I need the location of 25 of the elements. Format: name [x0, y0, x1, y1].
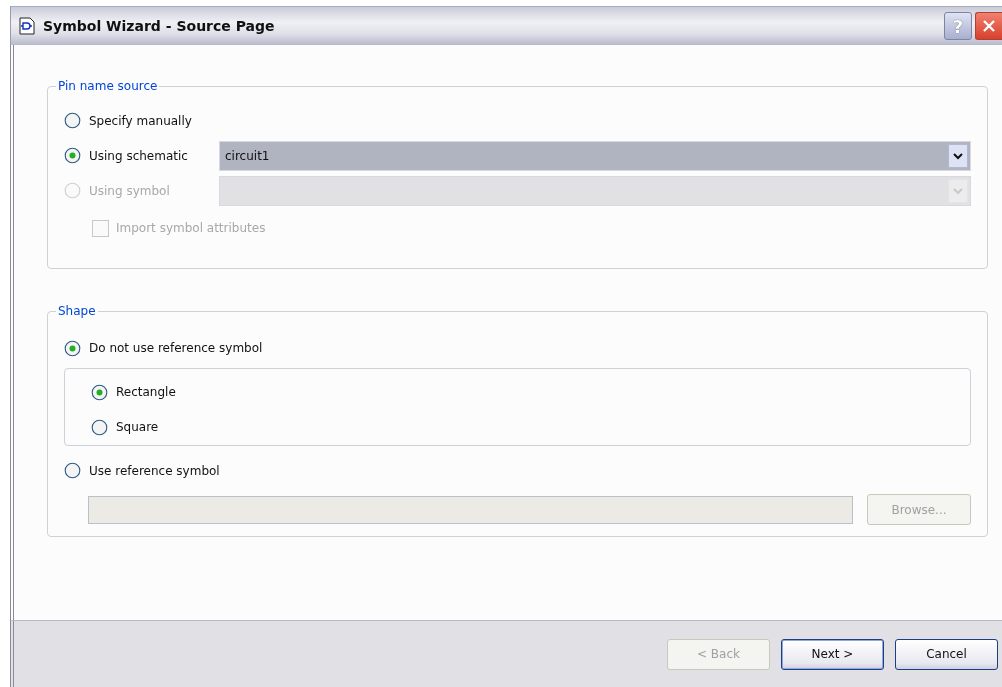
- radio-button[interactable]: [91, 383, 108, 401]
- close-button[interactable]: [975, 12, 1002, 40]
- radio-label: Square: [116, 420, 159, 434]
- chevron-down-icon: [948, 143, 968, 168]
- dropdown[interactable]: circuit1: [219, 140, 971, 171]
- chevron-down-icon: [948, 178, 968, 203]
- radio-button[interactable]: [91, 418, 108, 436]
- radio-label: Specify manually: [89, 113, 192, 128]
- radio-button[interactable]: [64, 462, 81, 479]
- radio-label: Using schematic: [89, 148, 188, 163]
- next-button[interactable]: Next >: [781, 638, 884, 670]
- radio-label: Use reference symbol: [89, 463, 220, 478]
- radio-label: Do not use reference symbol: [89, 341, 263, 355]
- cancel-button[interactable]: Cancel: [895, 638, 998, 670]
- radio-label: Rectangle: [116, 385, 176, 399]
- group-legend: Pin name source: [56, 79, 160, 93]
- window-title: Symbol Wizard - Source Page: [43, 18, 275, 34]
- radio-label: Using symbol: [89, 183, 170, 198]
- radio-button[interactable]: [64, 339, 81, 357]
- group-legend: Shape: [56, 304, 98, 318]
- radio-button[interactable]: [64, 147, 81, 164]
- close-icon: [981, 18, 997, 34]
- checkbox-label: Import symbol attributes: [116, 221, 266, 235]
- document-icon: [19, 17, 35, 35]
- radio-button[interactable]: [64, 112, 81, 129]
